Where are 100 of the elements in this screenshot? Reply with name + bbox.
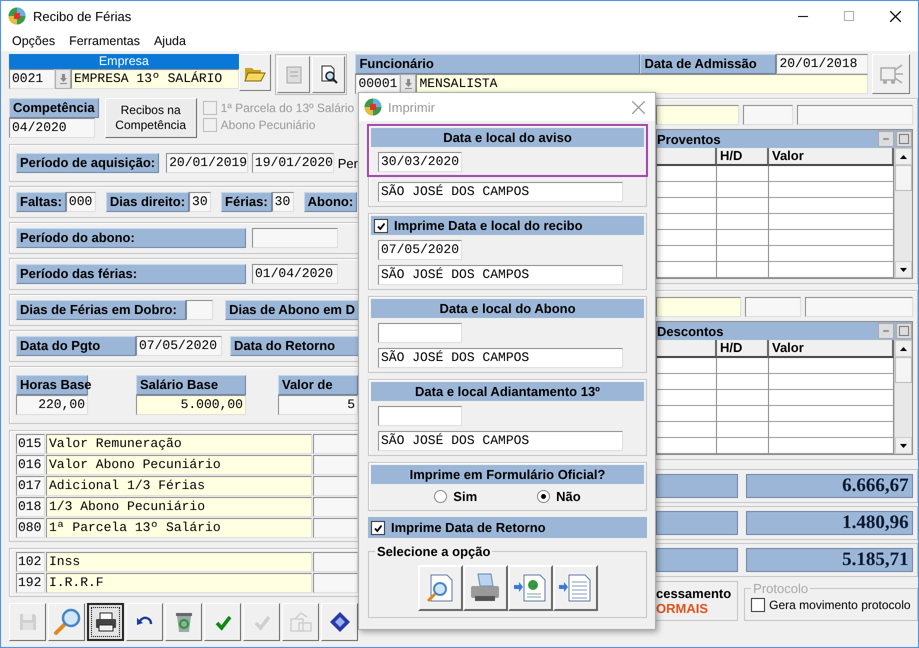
checkbox[interactable] (371, 520, 385, 534)
document-search-icon (318, 64, 339, 84)
maximize-icon (844, 11, 854, 21)
scrollbar-thumb[interactable] (894, 357, 912, 383)
employee-field[interactable]: MENSALISTA (416, 74, 868, 94)
total-value: 5.185,71 (746, 548, 913, 572)
field-label: Período das férias: (16, 264, 246, 284)
radio-label: Sim (453, 489, 478, 504)
value-field[interactable] (313, 518, 358, 538)
toolbar-button[interactable] (87, 603, 124, 641)
field-label: Dias direito: (106, 192, 190, 212)
value-field[interactable] (313, 497, 358, 517)
place-field[interactable]: SÃO JOSÉ DOS CAMPOS (378, 182, 623, 202)
close-icon[interactable] (632, 100, 645, 114)
down-arrow-icon (404, 79, 413, 89)
dropdown-button[interactable] (55, 69, 71, 89)
machine-icon (878, 62, 904, 86)
field-label: cessamento (656, 586, 732, 601)
scrollbar[interactable] (894, 340, 912, 454)
table-cell (717, 390, 769, 406)
code-field[interactable]: 00001 (355, 74, 400, 94)
minimize-button[interactable] (878, 131, 894, 147)
field-label: Competência (9, 98, 99, 118)
date-field[interactable]: 19/01/2020 (252, 153, 334, 173)
date-field[interactable] (378, 323, 462, 343)
dialog-title: Imprimir (388, 100, 435, 114)
checkbox[interactable] (751, 598, 766, 612)
open-folder-button[interactable] (238, 54, 272, 91)
value-field[interactable] (313, 573, 358, 593)
input-field[interactable] (656, 297, 741, 317)
value-field[interactable]: 5.000,00 (136, 395, 246, 415)
total-value: 6.666,67 (746, 474, 913, 498)
value-field[interactable] (313, 476, 358, 496)
printer-button[interactable] (462, 565, 508, 611)
field-label: Dias de Férias em Dobro: (16, 300, 186, 320)
date-field[interactable]: 20/01/2019 (166, 153, 248, 173)
column-header: Valor (769, 148, 894, 166)
table-cell (717, 358, 769, 374)
number-field[interactable]: 30 (272, 192, 294, 212)
table-cell (717, 198, 769, 214)
total-value: 1.480,96 (746, 511, 913, 535)
date-field[interactable] (252, 228, 338, 248)
checkbox[interactable] (374, 218, 388, 232)
maximize-button[interactable] (896, 131, 912, 147)
input-field[interactable] (742, 105, 793, 125)
menu-item[interactable]: Opções (12, 34, 56, 48)
recycle-bin-icon (174, 611, 194, 633)
radio-button[interactable] (434, 490, 448, 503)
value-field[interactable]: 5 (278, 395, 358, 415)
value-field[interactable] (313, 455, 358, 475)
input-field[interactable] (656, 105, 739, 125)
date-field[interactable]: 01/04/2020 (252, 264, 338, 284)
input-field[interactable] (796, 105, 913, 125)
text-button[interactable] (552, 565, 598, 611)
company-field[interactable]: EMPRESA 13º SALÁRIO (71, 69, 239, 89)
document-icon (284, 64, 303, 84)
down-arrow-icon (900, 444, 907, 448)
value-field[interactable] (313, 434, 358, 454)
tool-button[interactable] (872, 54, 910, 94)
description-field: 1/3 Abono Pecuniário (46, 497, 312, 517)
section-header: Data e local Adiantamento 13º (371, 382, 644, 401)
field-label: Abono: (304, 192, 358, 212)
scrollbar[interactable] (894, 148, 912, 278)
input-field[interactable] (744, 297, 801, 317)
menu-item[interactable]: Ferramentas (69, 34, 140, 48)
input-field[interactable] (804, 297, 913, 317)
description-field: Inss (46, 552, 312, 572)
menu-item[interactable]: Ajuda (154, 34, 186, 48)
minimize-button[interactable] (878, 323, 894, 339)
description-field: Adicional 1/3 Férias (46, 476, 312, 496)
scrollbar-thumb[interactable] (894, 165, 912, 191)
month-field[interactable]: 04/2020 (9, 118, 95, 138)
date-field[interactable]: 30/03/2020 (378, 152, 462, 172)
value-field[interactable]: 220,00 (16, 395, 88, 415)
radio-button[interactable] (537, 490, 550, 503)
dropdown-button[interactable] (400, 74, 416, 94)
place-field[interactable]: SÃO JOSÉ DOS CAMPOS (378, 348, 623, 368)
maximize-icon (898, 134, 909, 144)
search-icon (52, 607, 82, 637)
date-field[interactable] (378, 406, 462, 426)
recibos-button[interactable]: Recibos na Competência (104, 98, 197, 138)
place-field[interactable]: SÃO JOSÉ DOS CAMPOS (378, 265, 623, 285)
preview-button[interactable] (418, 565, 462, 611)
value-field[interactable] (313, 552, 358, 572)
table-cell (717, 422, 769, 438)
place-field[interactable]: SÃO JOSÉ DOS CAMPOS (378, 431, 623, 451)
search-document-button[interactable] (312, 56, 346, 93)
number-field[interactable]: 000 (66, 192, 96, 212)
date-field[interactable]: 07/05/2020 (136, 336, 222, 356)
checkbox-label: Gera movimento protocolo (769, 598, 911, 612)
date-field[interactable]: 07/05/2020 (378, 240, 462, 260)
date-field[interactable]: 20/01/2018 (776, 54, 868, 74)
number-field[interactable]: 30 (189, 192, 212, 212)
web-button[interactable] (508, 565, 552, 611)
maximize-button[interactable] (896, 323, 912, 339)
close-icon (890, 10, 900, 22)
description-field: Valor Remuneração (46, 434, 312, 454)
field-label: Per (338, 156, 358, 170)
number-field[interactable] (186, 300, 214, 320)
code-field[interactable]: 0021 (9, 69, 55, 89)
